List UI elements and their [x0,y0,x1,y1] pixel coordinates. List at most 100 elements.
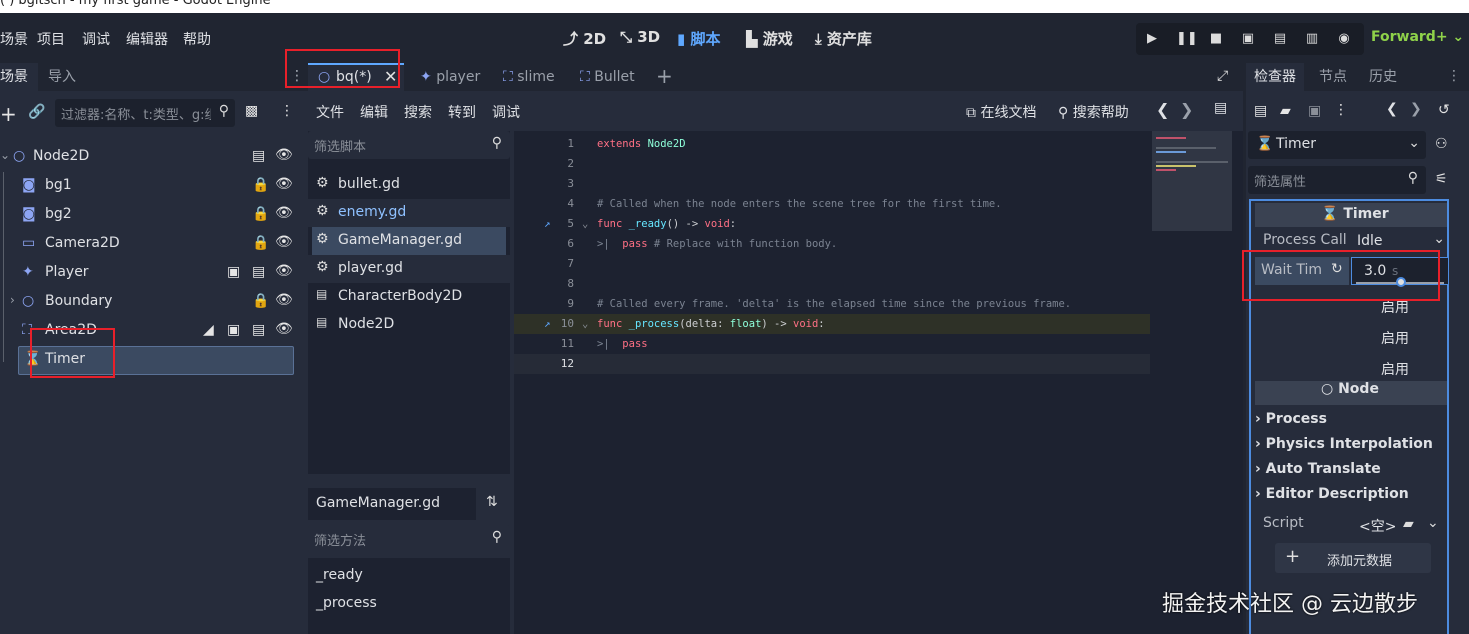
online-docs-button[interactable]: ⧉ 在线文档 [966,102,1036,122]
tab-node[interactable]: 节点 [1319,63,1347,91]
section-editor-description[interactable]: › Editor Description [1255,486,1409,502]
tab-scene[interactable]: 场景 [0,63,38,91]
node-signals-icon[interactable]: ⚇ [1435,136,1448,152]
section-physics-interpolation[interactable]: › Physics Interpolation [1255,436,1433,452]
menu-scene[interactable]: 场景 [0,29,28,49]
section-process[interactable]: › Process [1255,411,1327,427]
tree-row-node2d[interactable]: ⌄ ○ Node2D ▤ 👁 [0,143,300,172]
mode-2d-button[interactable]: ⤴ 2D [563,28,606,49]
back-icon[interactable]: ❮ [1156,100,1169,119]
renderer-selector[interactable]: Forward+ ⌄ [1371,29,1464,45]
enabled-checkbox-label[interactable]: 启用 [1381,359,1409,379]
back-icon[interactable]: ❮ [1386,101,1398,117]
add-node-icon[interactable]: + [0,102,17,126]
script-icon[interactable]: ▤ [252,148,265,164]
sort-icon[interactable]: ⇅ [486,494,498,510]
menu-edit[interactable]: 编辑 [360,102,388,122]
doc-item-characterbody2d[interactable]: ▤ CharacterBody2D [308,283,510,311]
instance-icon[interactable]: ▣ [227,322,240,338]
methods-filter-input[interactable]: 筛选方法 ⚲ [308,525,510,553]
menu-file[interactable]: 文件 [316,102,344,122]
scene-filter-input[interactable]: 过滤器:名称、t:类型、g:组 ⚲ [55,99,235,127]
enabled-checkbox-label[interactable]: 启用 [1381,328,1409,348]
tree-row-boundary[interactable]: › ○ Boundary 🔒 👁 [0,288,300,317]
add-metadata-button[interactable]: + 添加元数据 [1275,543,1431,573]
method-ready[interactable]: _ready [316,567,363,583]
tab-history[interactable]: 历史 [1369,63,1397,91]
lock-icon[interactable]: 🔒 [252,206,269,222]
visibility-icon[interactable]: 👁 [275,234,293,250]
minimap[interactable] [1152,131,1232,231]
script-item-enemy[interactable]: ⚙ enemy.gd [308,199,510,227]
toggle-panel-icon[interactable]: ▤ [1214,100,1227,116]
visibility-icon[interactable]: 👁 [275,205,293,221]
tree-row-bg1[interactable]: ◙ bg1 🔒 👁 [0,172,300,201]
play-scene-icon[interactable]: ▤ [1272,31,1288,47]
tab-inspector[interactable]: 检查器 [1246,63,1304,91]
stop-icon[interactable]: ■ [1208,31,1224,47]
lock-icon[interactable]: 🔒 [252,177,269,193]
doc-item-node2d[interactable]: ▤ Node2D [308,311,510,339]
new-resource-icon[interactable]: ▤ [1254,103,1267,119]
mode-script-button[interactable]: ▮ 脚本 [677,28,721,49]
property-filter-input[interactable]: 筛选属性 ⚲ [1248,166,1426,194]
instance-icon[interactable]: ▣ [227,264,240,280]
script-icon[interactable]: ▤ [252,264,265,280]
collapse-arrow-icon[interactable]: ⌄ [0,148,10,162]
link-icon[interactable]: 🔗 [28,104,45,120]
expand-arrow-icon[interactable]: › [10,293,15,307]
more-options-icon[interactable]: ⋮ [280,103,294,119]
lock-icon[interactable]: 🔒 [252,293,269,309]
remote-debug-icon[interactable]: ▣ [1240,31,1256,47]
script-icon[interactable]: ▤ [252,322,265,338]
mode-game-button[interactable]: ▙ 游戏 [746,28,793,49]
forward-icon[interactable]: ❯ [1410,101,1422,117]
lock-icon[interactable]: 🔒 [252,235,269,251]
menu-goto[interactable]: 转到 [448,102,476,122]
code-editor[interactable]: 1 extends Node2D 2 3 4 # Called when the n… [514,131,1243,634]
pause-icon[interactable]: ❚❚ [1176,31,1198,47]
more-options-icon[interactable]: ⋮ [1334,102,1348,118]
search-help-button[interactable]: ⚲ 搜索帮助 [1058,102,1129,122]
tab-bullet[interactable]: ⛶ Bullet [580,63,635,91]
tab-import[interactable]: 导入 [48,63,76,91]
dock-menu-icon[interactable]: ⋮ [1447,68,1461,84]
menu-editor[interactable]: 编辑器 [126,29,168,49]
forward-icon[interactable]: ❯ [1180,100,1193,119]
menu-debug[interactable]: 调试 [82,29,110,49]
filter-settings-icon[interactable]: ⚟ [1435,171,1448,187]
menu-project[interactable]: 项目 [37,29,65,49]
signal-icon[interactable]: ◢ [203,322,214,338]
object-selector[interactable]: ⌛ Timer ⌄ [1248,131,1426,159]
script-item-bullet[interactable]: ⚙ bullet.gd [308,171,510,199]
script-filter-input[interactable]: 筛选脚本 ⚲ [308,131,510,159]
mode-3d-button[interactable]: ⤡ 3D [620,28,660,46]
add-tab-icon[interactable]: + [656,64,673,88]
tab-player[interactable]: ✦ player [420,63,480,91]
mode-assetlib-button[interactable]: ⤓ 资产库 [815,28,872,49]
tree-row-camera2d[interactable]: ▭ Camera2D 🔒 👁 [0,230,300,259]
play-icon[interactable]: ▶ [1144,31,1160,47]
save-icon[interactable]: ▣ [1308,103,1321,119]
tab-slime[interactable]: ⛶ slime [503,63,555,91]
method-process[interactable]: _process [316,595,377,611]
attach-script-icon[interactable]: ▩ [245,103,258,119]
tree-row-player[interactable]: ✦ Player ▣ ▤ 👁 [0,259,300,288]
section-auto-translate[interactable]: › Auto Translate [1255,461,1381,477]
menu-debug-script[interactable]: 调试 [492,102,520,122]
visibility-icon[interactable]: 👁 [275,263,293,279]
movie-maker-icon[interactable]: ◉ [1336,31,1352,47]
tree-row-bg2[interactable]: ◙ bg2 🔒 👁 [0,201,300,230]
script-item-player[interactable]: ⚙ player.gd [308,255,510,283]
menu-search[interactable]: 搜索 [404,102,432,122]
history-icon[interactable]: ↺ [1438,102,1450,118]
visibility-icon[interactable]: 👁 [275,147,293,163]
menu-help[interactable]: 帮助 [183,29,211,49]
play-custom-scene-icon[interactable]: ▥ [1304,31,1320,47]
open-folder-icon[interactable]: ▰ [1280,103,1291,119]
visibility-icon[interactable]: 👁 [275,321,293,337]
script-resource-picker[interactable]: <空> ▰ ⌄ [1351,511,1447,537]
visibility-icon[interactable]: 👁 [275,292,293,308]
fullscreen-icon[interactable]: ⤢ [1217,68,1228,84]
visibility-icon[interactable]: 👁 [275,176,293,192]
